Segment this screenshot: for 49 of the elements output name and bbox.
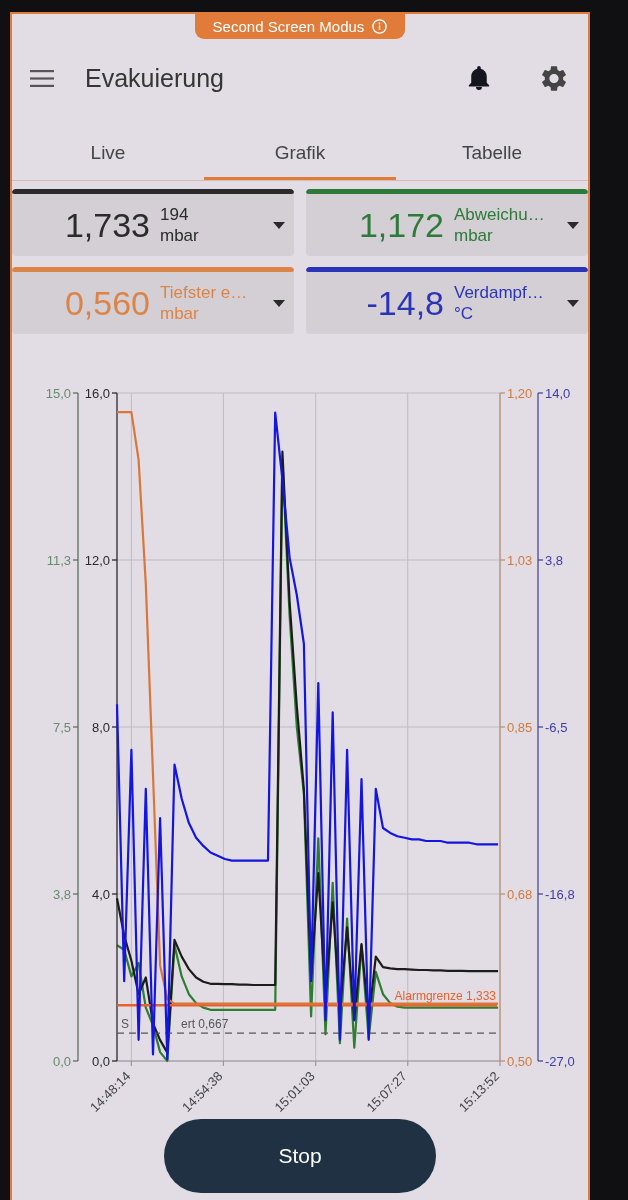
line-label: S bbox=[121, 1017, 129, 1032]
tick-label: 1,03 bbox=[507, 552, 533, 568]
line-label: ert 0,667 bbox=[181, 1017, 229, 1032]
reading-value: 0,560 bbox=[64, 286, 150, 320]
tick-label: 1,20 bbox=[507, 385, 533, 401]
tick-label: 3,8 bbox=[52, 886, 71, 902]
tick-label: 11,3 bbox=[46, 552, 71, 568]
tick-label: 4,0 bbox=[91, 886, 110, 902]
caret-icon bbox=[567, 221, 579, 229]
tick-label: 0,0 bbox=[91, 1053, 110, 1069]
tick-label: 8,0 bbox=[91, 719, 110, 735]
tick-label: 12,0 bbox=[84, 552, 110, 568]
tick-label: -6,5 bbox=[545, 719, 568, 735]
tick-label: 0,68 bbox=[507, 886, 533, 902]
bell-icon[interactable] bbox=[468, 66, 490, 90]
tick-label: 3,8 bbox=[545, 552, 564, 568]
tick-label: 0,0 bbox=[52, 1053, 71, 1069]
unit-label: °C bbox=[454, 303, 474, 325]
tab[interactable]: Live bbox=[12, 128, 204, 180]
reading-label: Abweichu… bbox=[454, 203, 545, 225]
unit-label: mbar bbox=[160, 225, 199, 247]
app-title: Evakuierung bbox=[85, 63, 224, 93]
unit-label: mbar bbox=[454, 225, 493, 247]
caret-icon bbox=[273, 299, 285, 307]
tab[interactable]: Grafik bbox=[204, 128, 396, 180]
unit-label: mbar bbox=[160, 303, 199, 325]
settings-icon[interactable] bbox=[542, 65, 566, 91]
reading-label: Tiefster e… bbox=[160, 281, 248, 303]
menu-icon[interactable] bbox=[30, 69, 54, 87]
caret-icon bbox=[273, 221, 285, 229]
info-icon[interactable] bbox=[372, 19, 388, 34]
tick-label: 0,50 bbox=[507, 1053, 533, 1069]
tick-label: -27,0 bbox=[545, 1053, 575, 1069]
tick-label: 14,0 bbox=[545, 385, 571, 401]
stop-button[interactable]: Stop bbox=[164, 1119, 436, 1193]
tick-label: 16,0 bbox=[84, 385, 110, 401]
tick-label: 7,5 bbox=[52, 719, 71, 735]
reading-value: 1,733 bbox=[64, 208, 150, 242]
line-label: Alarmgrenze 1,333 bbox=[394, 989, 496, 1004]
caret-icon bbox=[567, 299, 579, 307]
reading-label: 194 bbox=[160, 203, 189, 225]
reading-value: -14,8 bbox=[366, 286, 444, 320]
banner-text: Second Screen Modus bbox=[212, 18, 365, 35]
tick-label: -16,8 bbox=[545, 886, 575, 902]
tick-label: 15,0 bbox=[45, 385, 71, 401]
reading-label: Verdampf… bbox=[454, 281, 544, 303]
tab[interactable]: Tabelle bbox=[396, 128, 588, 180]
reading-value: 1,172 bbox=[358, 208, 444, 242]
tick-label: 0,85 bbox=[507, 719, 533, 735]
